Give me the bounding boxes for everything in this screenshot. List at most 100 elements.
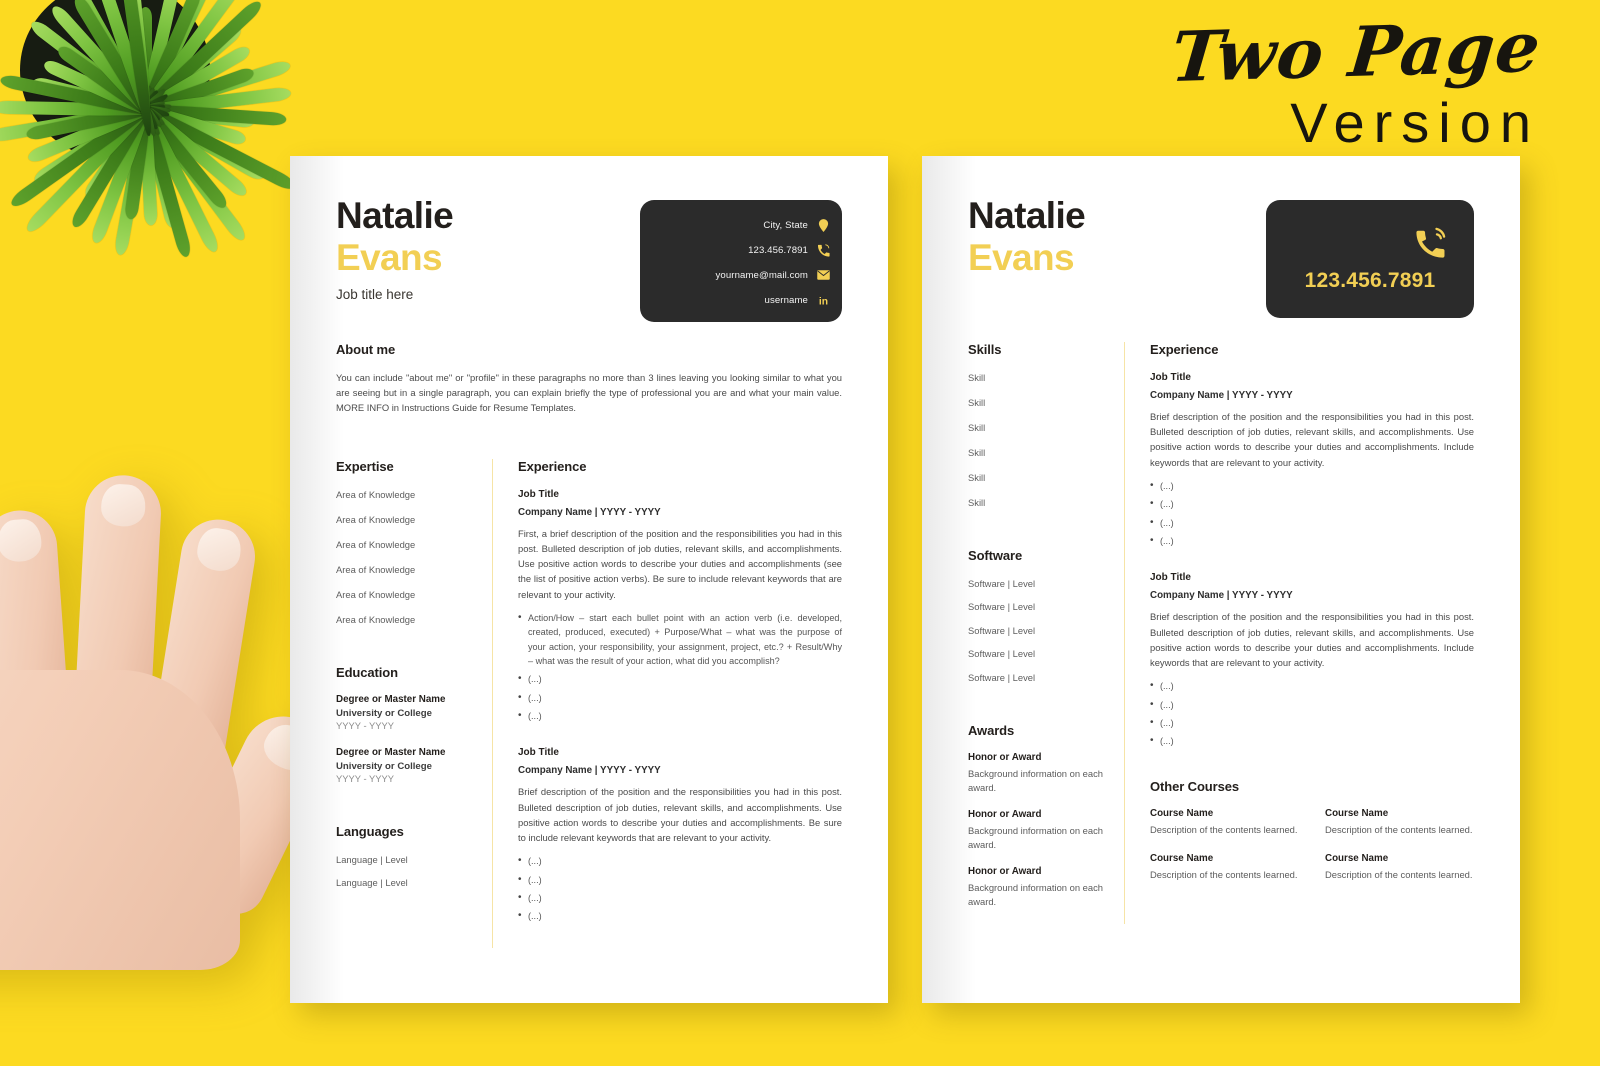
promo-line-1: Two Page xyxy=(1167,6,1545,99)
page1-experience-list: Job Title Company Name | YYYY - YYYY First… xyxy=(518,489,842,925)
other-courses-heading: Other Courses xyxy=(1150,778,1240,794)
job-description: Brief description of the position and th… xyxy=(1150,410,1474,468)
course-name: Course Name xyxy=(1150,807,1214,819)
education-years: YYYY - YYYY xyxy=(336,772,395,784)
experience-item: Job Title Company Name | YYYY - YYYY Brief… xyxy=(1150,572,1474,749)
plant-pot xyxy=(20,0,210,160)
skills-list: Skill Skill Skill Skill Skill Skill xyxy=(968,372,1124,508)
skill-item: Skill xyxy=(968,396,986,408)
plant-leaf xyxy=(25,99,167,142)
plant-leaf xyxy=(117,0,156,137)
plant-leaf xyxy=(82,92,161,202)
plant-leaf xyxy=(121,86,292,120)
location-pin-icon xyxy=(817,218,830,232)
job-description: First, a brief description of the positi… xyxy=(518,527,842,600)
plant-leaf xyxy=(31,92,167,188)
plant-leaf xyxy=(127,98,248,147)
plant-leaf xyxy=(127,90,230,212)
language-item: Language | Level xyxy=(336,853,408,865)
plant-leaf xyxy=(124,91,155,220)
software-item: Software | Level xyxy=(968,624,1036,636)
page1-right-column: Experience Job Title Company Name | YYYY … xyxy=(492,458,842,948)
page2-experience-heading: Experience xyxy=(1150,341,1219,357)
education-item: Degree or Master Name University or Colle… xyxy=(336,747,492,784)
plant-leaf xyxy=(0,100,171,117)
contact-card: City, State 123.456.7891 yourname@mail.c… xyxy=(640,200,842,322)
job-bullet: (...) xyxy=(518,690,842,706)
plant-leaf xyxy=(132,84,193,259)
promo-line-2: Version xyxy=(1290,91,1540,154)
plant-leaf xyxy=(125,44,253,126)
plant-leaf xyxy=(125,23,245,129)
software-item: Software | Level xyxy=(968,671,1036,683)
plant-leaf xyxy=(124,84,249,244)
plant-leaf xyxy=(71,0,163,132)
expertise-item: Area of Knowledge xyxy=(336,563,416,575)
education-list: Degree or Master Name University or Colle… xyxy=(336,694,492,784)
plant-leaf xyxy=(0,73,171,122)
experience-item: Job Title Company Name | YYYY - YYYY Brief… xyxy=(518,747,842,924)
page1-experience-heading: Experience xyxy=(518,458,587,474)
experience-item: Job Title Company Name | YYYY - YYYY First… xyxy=(518,489,842,725)
job-bullet: (...) xyxy=(1150,733,1474,749)
svg-text:in: in xyxy=(819,296,828,307)
plant-leaf xyxy=(118,91,298,193)
job-bullet: (...) xyxy=(1150,697,1474,713)
contact-row-email[interactable]: yourname@mail.com xyxy=(640,264,830,286)
job-bullet: (...) xyxy=(1150,478,1474,494)
contact-row-linkedin[interactable]: username in xyxy=(640,289,830,311)
job-title: Job Title xyxy=(1150,572,1191,584)
expertise-item: Area of Knowledge xyxy=(336,488,416,500)
palm xyxy=(0,670,240,970)
contact-linkedin-text: username xyxy=(764,294,808,306)
contact-row-location[interactable]: City, State xyxy=(640,214,830,236)
education-school: University or College xyxy=(336,707,432,719)
job-company: Company Name | YYYY - YYYY xyxy=(1150,590,1293,602)
course-item: Course Name Description of the contents l… xyxy=(1325,853,1474,882)
job-title: Job Title xyxy=(518,747,559,759)
job-bullet: (...) xyxy=(518,872,842,888)
awards-list: Honor or Award Background information on … xyxy=(968,752,1124,910)
job-title: Job Title xyxy=(1150,371,1191,383)
language-item: Language | Level xyxy=(336,877,408,889)
job-bullet: (...) xyxy=(1150,715,1474,731)
plant-leaf xyxy=(124,0,247,136)
resume-page-2[interactable]: Natalie Evans 123.456.7891 Skills Skill S… xyxy=(922,156,1520,1003)
course-item: Course Name Description of the contents l… xyxy=(1150,853,1299,882)
hand-decoration xyxy=(0,455,340,975)
plant-leaf xyxy=(0,99,172,143)
course-name: Course Name xyxy=(1325,852,1389,864)
award-item: Honor or Award Background information on … xyxy=(968,752,1124,795)
job-company: Company Name | YYYY - YYYY xyxy=(518,765,661,777)
page2-experience-list: Job Title Company Name | YYYY - YYYY Brief… xyxy=(1150,371,1474,750)
course-description: Description of the contents learned. xyxy=(1150,823,1298,835)
finger-ring xyxy=(148,514,261,771)
plant-leaf xyxy=(138,90,158,226)
education-years: YYYY - YYYY xyxy=(336,719,395,731)
job-company: Company Name | YYYY - YYYY xyxy=(518,506,661,518)
plant-leaf xyxy=(134,89,180,229)
education-degree: Degree or Master Name xyxy=(336,746,446,758)
skill-item: Skill xyxy=(968,446,986,458)
plant-leaf xyxy=(131,0,204,132)
education-school: University or College xyxy=(336,760,432,772)
contact-row-phone[interactable]: 123.456.7891 xyxy=(640,239,830,261)
plant-leaf xyxy=(128,84,222,254)
plant-leaf xyxy=(87,0,161,138)
plant-leaf xyxy=(8,89,171,210)
plant-leaf xyxy=(41,57,165,124)
plant-leaf xyxy=(28,18,168,130)
skill-item: Skill xyxy=(968,371,986,383)
plant-leaf xyxy=(55,43,164,126)
plant-leaf xyxy=(134,0,182,133)
resume-page-1[interactable]: Natalie Evans Job title here City, State… xyxy=(290,156,888,1003)
fingernail xyxy=(194,525,244,574)
plant-leaf xyxy=(127,101,255,129)
award-body: Background information on each award. xyxy=(968,882,1103,908)
award-title: Honor or Award xyxy=(968,809,1042,821)
job-bullet: (...) xyxy=(518,890,842,906)
plant-leaf xyxy=(125,91,250,200)
languages-heading: Languages xyxy=(336,823,404,839)
course-description: Description of the contents learned. xyxy=(1325,868,1473,880)
promo-title: Two Page Version xyxy=(1168,7,1545,154)
